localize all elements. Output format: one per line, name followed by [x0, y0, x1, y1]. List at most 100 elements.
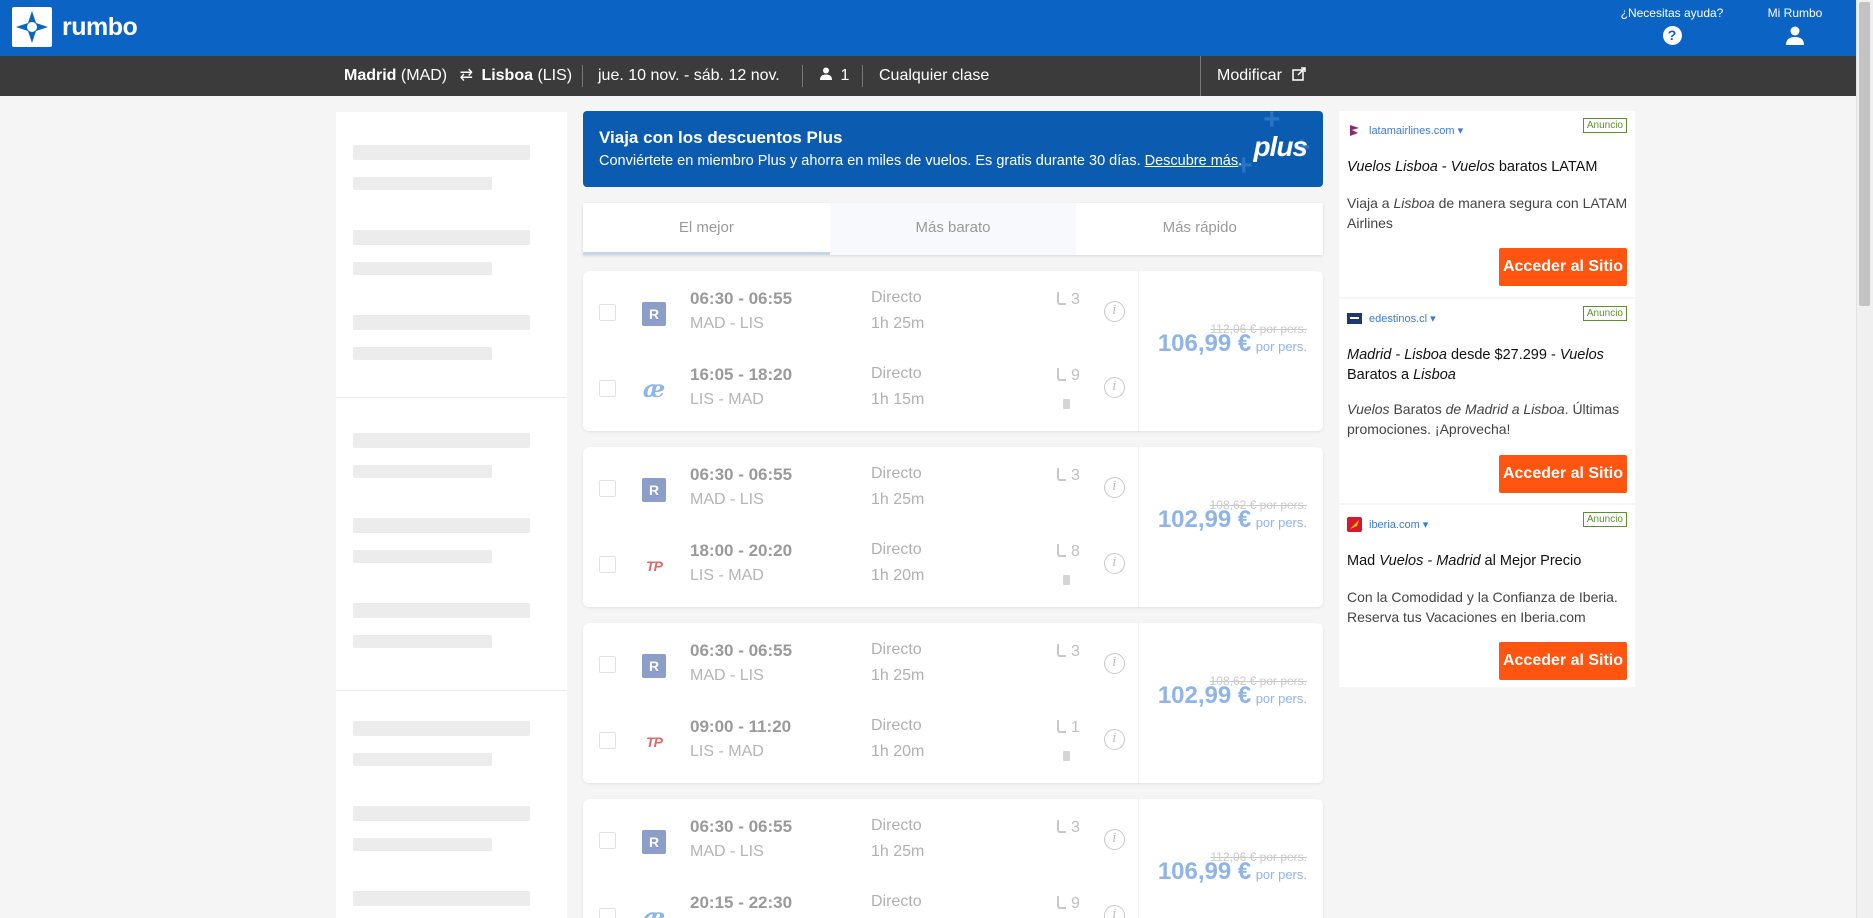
ad-domain-link[interactable]: latamairlines.com ▾ [1347, 123, 1463, 138]
leg-checkbox[interactable] [599, 304, 616, 321]
tap-logo-icon: TP [646, 734, 663, 750]
ad-latam: latamairlines.com ▾ Anuncio Vuelos Lisbo… [1339, 111, 1635, 297]
tab-cheapest[interactable]: Más barato [829, 203, 1077, 255]
leg-times: 06:30 - 06:55 [690, 465, 793, 484]
skeleton-line [353, 603, 530, 618]
price-box[interactable]: 112,06 € por pers. 106,99 € por pers. [1138, 799, 1323, 918]
dest-code: (LIS) [537, 67, 573, 84]
ad-title[interactable]: Mad Vuelos - Madrid al Mejor Precio [1347, 551, 1627, 571]
flight-card[interactable]: R 06:30 - 06:55 MAD - LIS Directo 1h 25m… [583, 271, 1323, 431]
visit-site-button[interactable]: Acceder al Sitio [1499, 455, 1627, 493]
luggage-icon [1063, 399, 1070, 409]
seats-count: 1 [1071, 719, 1080, 736]
passengers-summary[interactable]: 1 [820, 56, 849, 96]
leg-checkbox[interactable] [599, 832, 616, 849]
skeleton-line [353, 177, 492, 190]
leg-duration: 1h 25m [871, 315, 925, 332]
leg-route: LIS - MAD [690, 743, 764, 760]
leg-checkbox[interactable] [599, 556, 616, 573]
info-icon[interactable]: i [1104, 553, 1125, 574]
ad-domain-link[interactable]: iberia.com ▾ [1347, 517, 1428, 532]
leg-checkbox[interactable] [599, 380, 616, 397]
help-button[interactable]: ¿Necesitas ayuda? ? [1612, 6, 1732, 45]
price-box[interactable]: 108,62 € por pers. 102,99 € por pers. [1138, 623, 1323, 783]
dates-summary[interactable]: jue. 10 nov. - sáb. 12 nov. [598, 56, 780, 96]
ad-title-part: al Mejor Precio [1480, 553, 1582, 569]
visit-site-button[interactable]: Acceder al Sitio [1499, 248, 1627, 286]
flight-leg-outbound: R 06:30 - 06:55 MAD - LIS Directo 1h 25m… [583, 623, 1138, 684]
ad-title-part: Lisboa [1413, 367, 1456, 383]
ad-badge: Anuncio [1582, 306, 1627, 321]
seats-available: 9 [1057, 367, 1080, 385]
seats-available: 3 [1057, 467, 1080, 485]
seats-available: 1 [1057, 719, 1080, 737]
flight-card[interactable]: R 06:30 - 06:55 MAD - LIS Directo 1h 25m… [583, 623, 1323, 783]
banner-period: . [1238, 153, 1243, 169]
user-icon [1786, 26, 1804, 45]
ad-iberia: iberia.com ▾ Anuncio Mad Vuelos - Madrid… [1339, 505, 1635, 687]
account-button[interactable]: Mi Rumbo [1760, 6, 1830, 49]
leg-checkbox[interactable] [599, 480, 616, 497]
seats-count: 3 [1071, 467, 1080, 484]
ad-domain: latamairlines.com [1369, 124, 1455, 137]
leg-checkbox[interactable] [599, 656, 616, 673]
info-icon[interactable]: i [1104, 653, 1125, 674]
price-box[interactable]: 112,06 € por pers. 106,99 € por pers. [1138, 271, 1323, 431]
dest-city: Lisboa [481, 67, 533, 84]
account-label: Mi Rumbo [1767, 6, 1823, 20]
rumbo-logo[interactable]: rumbo [12, 7, 138, 47]
info-icon[interactable]: i [1104, 905, 1125, 918]
help-label: ¿Necesitas ayuda? [1620, 6, 1724, 20]
leg-duration: 1h 25m [871, 843, 925, 860]
skeleton-line [353, 315, 530, 330]
leg-checkbox[interactable] [599, 732, 616, 749]
leg-route: MAD - LIS [690, 667, 764, 684]
price-line: 106,99 € por pers. [1147, 332, 1307, 358]
route-summary[interactable]: Madrid (MAD) ⇄ Lisboa (LIS) [344, 56, 572, 96]
ad-title-part: Vuelos [1559, 347, 1604, 363]
seat-icon [1057, 544, 1066, 557]
ad-title-part: desde $27.299 - [1446, 347, 1560, 363]
price: 102,99 € [1157, 682, 1252, 709]
ad-title[interactable]: Vuelos Lisboa - Vuelos baratos LATAM [1347, 157, 1627, 177]
discover-more-link[interactable]: Descubre más [1145, 153, 1238, 169]
sort-tabs: El mejor Más barato Más rápido [583, 203, 1323, 255]
price-box[interactable]: 108,62 € por pers. 102,99 € por pers. [1138, 447, 1323, 607]
skeleton-line [353, 145, 530, 160]
seats-available: 3 [1057, 819, 1080, 837]
skeleton-line [353, 347, 492, 360]
modify-button[interactable]: Modificar [1217, 56, 1307, 96]
flight-card[interactable]: R 06:30 - 06:55 MAD - LIS Directo 1h 25m… [583, 447, 1323, 607]
flight-card[interactable]: R 06:30 - 06:55 MAD - LIS Directo 1h 25m… [583, 799, 1323, 918]
ad-title[interactable]: Madrid - Lisboa desde $27.299 - Vuelos B… [1347, 345, 1627, 385]
info-icon[interactable]: i [1104, 477, 1125, 498]
info-icon[interactable]: i [1104, 829, 1125, 850]
class-summary[interactable]: Cualquier clase [879, 56, 989, 96]
info-icon[interactable]: i [1104, 729, 1125, 750]
swap-arrows-icon: ⇄ [459, 67, 473, 84]
price-line: 102,99 € por pers. [1147, 682, 1307, 710]
flight-leg-outbound: R 06:30 - 06:55 MAD - LIS Directo 1h 25m… [583, 447, 1138, 508]
leg-duration: 1h 20m [871, 567, 925, 584]
air-europa-logo-icon: æ [642, 374, 666, 403]
ad-description: Vuelos Baratos de Madrid a Lisboa. Últim… [1347, 399, 1632, 439]
edestinos-favicon-icon [1347, 313, 1362, 324]
seats-count: 8 [1071, 543, 1080, 560]
ad-edestinos: edestinos.cl ▾ Anuncio Madrid - Lisboa d… [1339, 299, 1635, 503]
scrollbar-thumb[interactable] [1859, 2, 1870, 306]
skeleton-line [353, 550, 492, 563]
ad-desc-part: Vuelos [1347, 401, 1390, 417]
info-icon[interactable]: i [1104, 377, 1125, 398]
tab-best[interactable]: El mejor [583, 203, 830, 255]
tab-fastest[interactable]: Más rápido [1076, 203, 1323, 255]
info-icon[interactable]: i [1104, 301, 1125, 322]
ad-badge: Anuncio [1582, 118, 1627, 133]
modify-label: Modificar [1217, 67, 1282, 84]
ad-domain-link[interactable]: edestinos.cl ▾ [1347, 311, 1436, 326]
seats-count: 9 [1071, 895, 1080, 912]
ad-description: Con la Comodidad y la Confianza de Iberi… [1347, 589, 1618, 625]
leg-checkbox[interactable] [599, 908, 616, 918]
leg-times: 06:30 - 06:55 [690, 817, 793, 836]
visit-site-button[interactable]: Acceder al Sitio [1499, 642, 1627, 680]
plus-promo-banner: + + + Viaja con los descuentos Plus Conv… [583, 111, 1323, 187]
